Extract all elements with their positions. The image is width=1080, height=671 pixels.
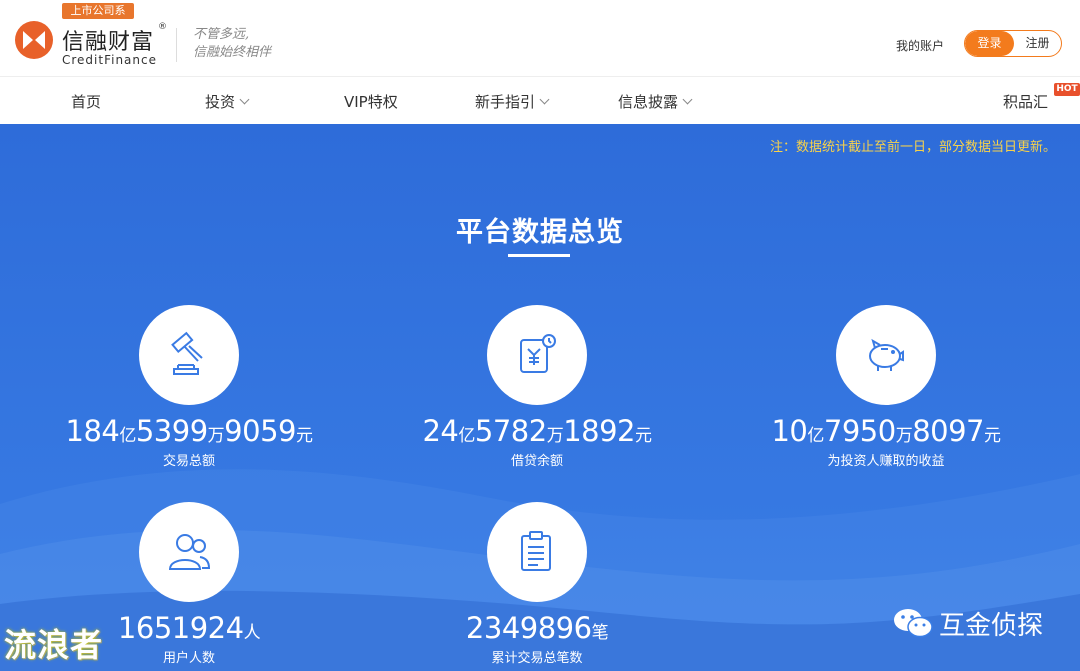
yuan-doc-clock-icon xyxy=(520,334,556,373)
stat-value-total-volume: 184亿5399万9059元 xyxy=(9,414,369,448)
unit: 笔 xyxy=(591,623,609,643)
value-part: 10 xyxy=(771,414,808,448)
nav-guide-label: 新手指引 xyxy=(475,93,536,111)
listed-company-badge: 上市公司系 xyxy=(62,3,134,19)
chevron-down-icon xyxy=(539,94,550,105)
auth-toggle: 登录 注册 xyxy=(964,30,1062,57)
nav-item-invest[interactable]: 投资 xyxy=(205,91,250,112)
nav-item-points[interactable]: 积品汇 xyxy=(1003,91,1048,112)
data-overview-panel: 注：数据统计截止至前一日，部分数据当日更新。 平台数据总览 184亿5399万9… xyxy=(0,124,1080,671)
title-underline xyxy=(508,254,570,257)
nav-item-home[interactable]: 首页 xyxy=(71,91,101,112)
stat-label: 交易总额 xyxy=(162,454,215,469)
watermark-left: 流浪者 xyxy=(4,626,104,664)
stat-value-investor-earnings: 10亿7950万8097元 xyxy=(706,414,1066,448)
value-part: 5399 xyxy=(135,414,208,448)
nav-item-guide[interactable]: 新手指引 xyxy=(475,91,550,112)
stat-icon-circle xyxy=(487,502,587,602)
nav-disclosure-label: 信息披露 xyxy=(618,93,679,111)
stat-label: 借贷余额 xyxy=(510,454,563,469)
value-part: 7950 xyxy=(823,414,896,448)
value-part: 1651924 xyxy=(117,611,244,645)
watermark-right-text: 互金侦探 xyxy=(939,610,1044,641)
nav-item-vip[interactable]: VIP特权 xyxy=(344,91,398,112)
stat-value-loan-balance: 24亿5782万1892元 xyxy=(357,414,717,448)
stat-icon-circle xyxy=(836,305,936,405)
login-button[interactable]: 登录 xyxy=(965,31,1014,56)
site-header: 上市公司系 信融财富 ® CreditFinance 不管多远, 信融始终相伴 … xyxy=(0,0,1080,76)
wechat-icon xyxy=(894,609,933,638)
my-account-link[interactable]: 我的账户 xyxy=(896,37,944,54)
brand-logo-icon[interactable] xyxy=(14,20,54,60)
unit: 万 xyxy=(895,426,913,446)
unit: 人 xyxy=(243,623,261,643)
value-part: 8097 xyxy=(912,414,985,448)
unit: 亿 xyxy=(119,426,136,446)
stat-value-transaction-count: 2349896笔 xyxy=(357,611,717,645)
unit: 亿 xyxy=(807,426,824,446)
chevron-down-icon xyxy=(239,94,250,105)
stat-icon-circle xyxy=(139,305,239,405)
stat-icon-circle xyxy=(487,305,587,405)
slogan-line-1: 不管多远, xyxy=(193,27,250,42)
value-part: 5782 xyxy=(474,414,547,448)
header-divider xyxy=(176,28,177,62)
value-part: 1892 xyxy=(563,414,636,448)
stat-label: 累计交易总笔数 xyxy=(491,651,583,666)
watermark-right: 互金侦探 xyxy=(893,606,1044,641)
value-part: 9059 xyxy=(224,414,296,448)
main-nav: 首页 投资 VIP特权 新手指引 信息披露 积品汇 HOT xyxy=(0,76,1080,124)
piggy-bank-icon xyxy=(869,338,904,371)
data-notice: 注：数据统计截止至前一日，部分数据当日更新。 xyxy=(769,140,1056,155)
unit: 万 xyxy=(207,426,225,446)
section-title: 平台数据总览 xyxy=(456,217,624,248)
slogan-line-2: 信融始终相伴 xyxy=(193,45,272,60)
nav-vip-label: VIP特权 xyxy=(344,93,398,111)
unit: 亿 xyxy=(458,426,475,446)
stat-label: 为投资人赚取的收益 xyxy=(827,454,945,469)
nav-invest-label: 投资 xyxy=(205,93,236,111)
nav-home-label: 首页 xyxy=(71,93,102,111)
nav-points-label: 积品汇 xyxy=(1003,93,1049,111)
nav-item-disclosure[interactable]: 信息披露 xyxy=(618,91,693,112)
unit: 元 xyxy=(635,426,652,446)
chevron-down-icon xyxy=(682,94,693,105)
value-part: 2349896 xyxy=(465,611,592,645)
slogan: 不管多远, 信融始终相伴 xyxy=(193,26,271,62)
unit: 万 xyxy=(546,426,564,446)
brand-name-cn[interactable]: 信融财富 xyxy=(62,24,154,56)
stat-icon-circle xyxy=(139,502,239,602)
value-part: 184 xyxy=(65,414,120,448)
unit: 元 xyxy=(295,426,313,446)
unit: 元 xyxy=(984,426,1001,446)
gavel-icon xyxy=(171,331,203,375)
clipboard-icon xyxy=(521,531,551,571)
registered-mark: ® xyxy=(158,22,167,32)
users-icon xyxy=(168,534,211,570)
brand-name-en: CreditFinance xyxy=(62,53,157,67)
register-button[interactable]: 注册 xyxy=(1014,31,1061,56)
value-part: 24 xyxy=(422,414,459,448)
hot-badge: HOT xyxy=(1054,83,1080,96)
